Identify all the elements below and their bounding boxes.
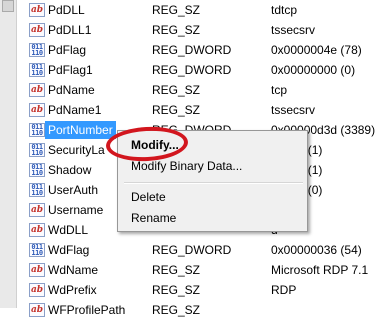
string-value-icon: ab (29, 223, 45, 237)
registry-value-row[interactable]: ab WdName REG_SZ Microsoft RDP 7.1 (24, 260, 379, 280)
value-name: Username (48, 203, 104, 217)
value-data: 0x0000004e (78) (271, 43, 362, 57)
value-data: RDP (271, 283, 297, 297)
value-type: REG_SZ (152, 23, 201, 37)
context-menu: Modify... Modify Binary Data... Delete R… (117, 130, 308, 232)
value-type: REG_SZ (152, 3, 201, 17)
value-name: SecurityLa (48, 143, 105, 157)
registry-value-row[interactable]: 011 110 WdFlag REG_DWORD 0x00000036 (54) (24, 240, 379, 260)
value-type: REG_DWORD (152, 43, 232, 57)
value-name: WdPrefix (48, 283, 97, 297)
string-value-icon: ab (29, 283, 45, 297)
value-name: WdName (48, 263, 99, 277)
registry-value-row[interactable]: ab PdName1 REG_SZ tssecsrv (24, 100, 379, 120)
value-name: PdName1 (48, 103, 102, 117)
registry-value-row[interactable]: 011 110 PdFlag REG_DWORD 0x0000004e (78) (24, 40, 379, 60)
value-data: tcp (271, 83, 288, 97)
value-name: PdFlag (48, 43, 87, 57)
string-value-icon: ab (29, 303, 45, 317)
value-name: PdDLL (48, 3, 85, 17)
value-name: PortNumber (45, 121, 116, 139)
binary-value-icon: 011 110 (29, 143, 45, 157)
registry-value-row[interactable]: ab PdName REG_SZ tcp (24, 80, 379, 100)
menu-item-modify-binary[interactable]: Modify Binary Data... (131, 156, 242, 176)
registry-value-row[interactable]: ab WdPrefix REG_SZ RDP (24, 280, 379, 300)
string-value-icon: ab (29, 83, 45, 97)
value-type: REG_DWORD (152, 243, 232, 257)
registry-value-row[interactable]: ab PdDLL1 REG_SZ tssecsrv (24, 20, 379, 40)
value-type: REG_SZ (152, 283, 201, 297)
value-data: tssecsrv (271, 23, 316, 37)
menu-item-delete[interactable]: Delete (131, 187, 166, 207)
binary-value-icon: 011 110 (29, 163, 45, 177)
scrollbar-thumb[interactable] (2, 0, 14, 12)
value-name: WFProfilePath (48, 303, 126, 317)
value-name: PdFlag1 (48, 63, 93, 77)
value-name: WdDLL (48, 223, 89, 237)
binary-value-icon: 011 110 (29, 123, 45, 137)
registry-value-row[interactable]: ab PdDLL REG_SZ tdtcp (24, 0, 379, 20)
value-data: tssecsrv (271, 103, 316, 117)
string-value-icon: ab (29, 23, 45, 37)
string-value-icon: ab (29, 203, 45, 217)
menu-item-rename[interactable]: Rename (131, 208, 176, 228)
string-value-icon: ab (29, 3, 45, 17)
string-value-icon: ab (29, 263, 45, 277)
vertical-scrollbar[interactable] (0, 0, 17, 308)
value-data: 0x00000000 (0) (271, 63, 356, 77)
value-name: PdDLL1 (48, 23, 92, 37)
value-type: REG_SZ (152, 303, 201, 317)
value-name: UserAuth (48, 183, 99, 197)
value-name: Shadow (48, 163, 92, 177)
registry-value-row[interactable]: 011 110 PdFlag1 REG_DWORD 0x00000000 (0) (24, 60, 379, 80)
registry-value-row[interactable]: ab WFProfilePath REG_SZ (24, 300, 379, 320)
value-type: REG_DWORD (152, 63, 232, 77)
binary-value-icon: 011 110 (29, 243, 45, 257)
menu-gutter (118, 131, 123, 231)
value-type: REG_SZ (152, 263, 201, 277)
binary-value-icon: 011 110 (29, 43, 45, 57)
value-name: WdFlag (48, 243, 90, 257)
value-data: 0x00000036 (54) (271, 243, 362, 257)
value-type: REG_SZ (152, 83, 201, 97)
menu-separator (124, 182, 303, 184)
string-value-icon: ab (29, 103, 45, 117)
menu-item-modify[interactable]: Modify... (131, 135, 179, 155)
binary-value-icon: 011 110 (29, 63, 45, 77)
value-data: Microsoft RDP 7.1 (271, 263, 369, 277)
binary-value-icon: 011 110 (29, 183, 45, 197)
value-name: PdName (48, 83, 95, 97)
value-type: REG_SZ (152, 103, 201, 117)
value-data: tdtcp (271, 3, 298, 17)
